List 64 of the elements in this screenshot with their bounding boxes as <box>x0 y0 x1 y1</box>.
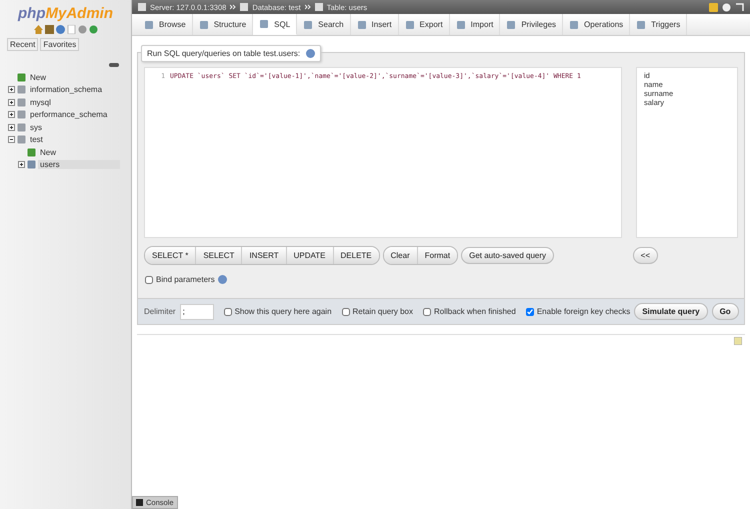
format-button[interactable]: Clear <box>384 247 418 264</box>
expand-icon[interactable] <box>8 98 15 106</box>
checkbox[interactable] <box>224 308 232 316</box>
expand-icon[interactable] <box>18 161 25 168</box>
tab-icon <box>636 20 646 30</box>
tab[interactable]: Operations <box>563 14 630 35</box>
tab-icon <box>506 20 516 30</box>
tab-icon <box>198 20 209 30</box>
tab-icon <box>456 20 466 30</box>
tree-item[interactable]: sys <box>28 122 44 132</box>
checkbox[interactable] <box>423 308 431 316</box>
tab[interactable]: Insert <box>350 14 399 35</box>
sidebar-tab[interactable]: Recent <box>7 38 38 51</box>
tab-icon <box>259 19 270 29</box>
tab[interactable]: Privileges <box>500 14 564 35</box>
autosave-button[interactable]: Get auto-saved query <box>461 247 554 264</box>
chevron-icon <box>304 4 311 10</box>
tab[interactable]: SQL <box>253 14 298 35</box>
expand-icon[interactable] <box>8 86 15 94</box>
tree-item[interactable]: performance_schema <box>28 110 110 120</box>
insert-column-button[interactable]: << <box>632 247 658 264</box>
delimiter-field[interactable]: ; <box>180 304 214 320</box>
simulate-button[interactable]: Simulate query <box>634 303 708 320</box>
sidebar-tab[interactable]: Favorites <box>40 38 80 51</box>
checkbox[interactable] <box>342 308 350 316</box>
checkbox[interactable] <box>145 276 153 284</box>
tab-icon <box>144 20 154 30</box>
panel-legend: Run SQL query/queries on table test.users: <box>141 45 322 62</box>
tree-item[interactable]: New <box>38 148 58 157</box>
tab-icon <box>569 20 580 30</box>
expand-icon[interactable] <box>8 124 15 131</box>
home-icon[interactable] <box>34 25 42 34</box>
tree-item[interactable]: information_schema <box>28 85 104 94</box>
query-button[interactable]: SELECT <box>196 247 242 264</box>
tab[interactable]: Export <box>398 14 450 35</box>
checkbox-label: Retain query box <box>352 307 413 316</box>
checkbox-label: Show this query here again <box>234 307 332 316</box>
chevron-icon <box>230 4 236 10</box>
query-button[interactable]: INSERT <box>242 247 287 264</box>
expand-icon[interactable] <box>8 111 15 118</box>
query-button[interactable]: SELECT * <box>145 247 196 264</box>
tab-icon <box>303 20 314 30</box>
tree-item[interactable]: mysql <box>28 98 53 107</box>
go-button[interactable]: Go <box>712 303 739 320</box>
tab-icon <box>404 20 415 30</box>
query-button[interactable]: UPDATE <box>286 247 334 264</box>
tree-item[interactable]: test <box>28 135 45 144</box>
delimiter-label: Delimiter <box>144 307 176 316</box>
tree-item[interactable]: users <box>38 160 120 170</box>
tab[interactable]: Search <box>297 14 351 35</box>
query-button[interactable]: DELETE <box>334 247 379 264</box>
tab[interactable]: Import <box>450 14 500 35</box>
format-button[interactable]: Format <box>418 247 458 264</box>
tab[interactable]: Triggers <box>630 14 688 35</box>
checkbox-label: Bind parameters <box>156 275 215 284</box>
collapse-icon[interactable] <box>8 136 15 144</box>
tree-item[interactable]: New <box>28 72 48 82</box>
logo[interactable]: phpMyAdmin <box>0 0 131 22</box>
checkbox-label: Enable foreign key checks <box>536 307 630 316</box>
checkbox-label: Rollback when finished <box>434 307 516 316</box>
tab[interactable]: Browse <box>138 14 193 35</box>
link-icon[interactable] <box>109 63 119 67</box>
tab-icon <box>356 20 367 30</box>
checkbox[interactable] <box>526 308 534 316</box>
